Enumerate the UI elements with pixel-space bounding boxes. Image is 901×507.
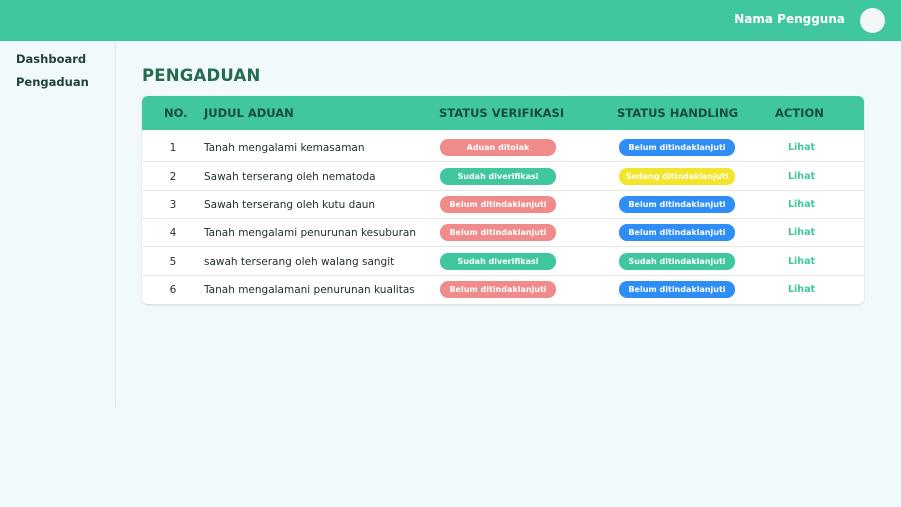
sidebar-item-pengaduan[interactable]: Pengaduan xyxy=(16,75,89,89)
complaint-title: Tanah mengalami penurunan kesuburan xyxy=(204,227,416,239)
verification-status-badge: Sudah diverifikasi xyxy=(440,168,556,185)
column-header-handling: STATUS HANDLING xyxy=(617,106,739,120)
column-header-verification: STATUS VERIFIKASI xyxy=(439,106,565,120)
complaints-table: NO. JUDUL ADUAN STATUS VERIFIKASI STATUS… xyxy=(142,96,864,304)
handling-status-badge: Sudah ditindaklanjuti xyxy=(619,253,735,270)
view-link[interactable]: Lihat xyxy=(788,171,815,182)
username-label[interactable]: Nama Pengguna xyxy=(734,12,845,26)
table-row: 2 Sawah terserang oleh nematoda Sudah dive… xyxy=(142,163,864,191)
row-number: 5 xyxy=(169,256,177,268)
table-row: 5 sawah terserang oleh walang sangit Sudah… xyxy=(142,248,864,276)
view-link[interactable]: Lihat xyxy=(788,256,815,267)
verification-status-badge: Belum ditindaklanjuti xyxy=(440,281,556,298)
handling-status-badge: Belum ditindaklanjuti xyxy=(619,196,735,213)
page-title: PENGADUAN xyxy=(142,66,261,85)
view-link[interactable]: Lihat xyxy=(788,199,815,210)
table-header: NO. JUDUL ADUAN STATUS VERIFIKASI STATUS… xyxy=(142,96,864,130)
verification-status-badge: Belum ditindaklanjuti xyxy=(440,224,556,241)
handling-status-badge: Belum ditindaklanjuti xyxy=(619,281,735,298)
row-number: 4 xyxy=(169,227,177,239)
column-header-title: JUDUL ADUAN xyxy=(204,106,294,120)
handling-status-badge: Belum ditindaklanjuti xyxy=(619,139,735,156)
table-row: 4 Tanah mengalami penurunan kesuburan Belu… xyxy=(142,219,864,247)
row-number: 2 xyxy=(169,171,177,183)
top-navbar: Nama Pengguna xyxy=(0,0,901,41)
handling-status-badge: Belum ditindaklanjuti xyxy=(619,224,735,241)
sidebar: Dashboard Pengaduan xyxy=(0,41,116,407)
complaint-title: Tanah mengalamani penurunan kualitas xyxy=(204,284,415,296)
complaint-title: Tanah mengalami kemasaman xyxy=(204,142,365,154)
table-row: 6 Tanah mengalamani penurunan kualitas Bel… xyxy=(142,276,864,304)
complaint-title: Sawah terserang oleh nematoda xyxy=(204,171,376,183)
view-link[interactable]: Lihat xyxy=(788,227,815,238)
row-number: 1 xyxy=(169,142,177,154)
view-link[interactable]: Lihat xyxy=(788,284,815,295)
verification-status-badge: Sudah diverifikasi xyxy=(440,253,556,270)
row-number: 6 xyxy=(169,284,177,296)
complaint-title: sawah terserang oleh walang sangit xyxy=(204,256,395,268)
table-row: 3 Sawah terserang oleh kutu daun Belum dit… xyxy=(142,191,864,219)
sidebar-item-dashboard[interactable]: Dashboard xyxy=(16,52,86,66)
verification-status-badge: Belum ditindaklanjuti xyxy=(440,196,556,213)
table-row: 1 Tanah mengalami kemasaman Aduan ditolak B… xyxy=(142,134,864,162)
handling-status-badge: Sedang ditindaklanjuti xyxy=(619,168,735,185)
view-link[interactable]: Lihat xyxy=(788,142,815,153)
verification-status-badge: Aduan ditolak xyxy=(440,139,556,156)
avatar[interactable] xyxy=(860,8,885,33)
row-number: 3 xyxy=(169,199,177,211)
column-header-action: ACTION xyxy=(775,106,824,120)
column-header-no: NO. xyxy=(164,106,188,120)
complaint-title: Sawah terserang oleh kutu daun xyxy=(204,199,376,211)
